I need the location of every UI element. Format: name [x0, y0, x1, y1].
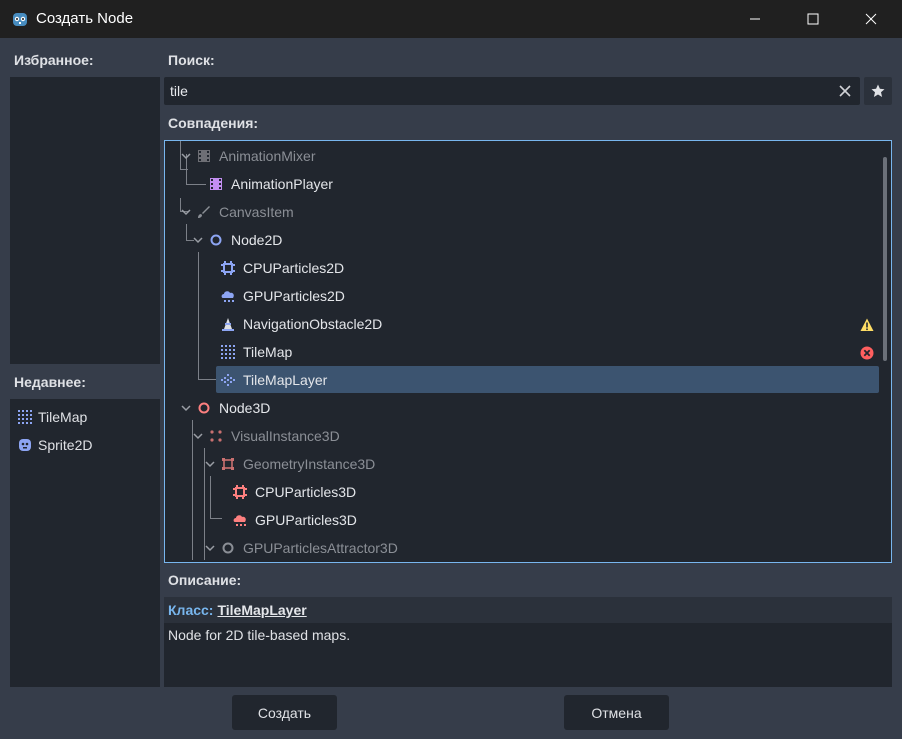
description-label: Описание: [168, 572, 242, 588]
recent-list: TileMap Sprite2D [10, 399, 160, 687]
recent-item-label: TileMap [38, 409, 88, 425]
matches-tree[interactable]: AnimationMixer AnimationPlayer CanvasIte… [164, 140, 892, 563]
recent-item-sprite2d[interactable]: Sprite2D [18, 435, 92, 455]
tree-item-tilemaplayer[interactable]: TileMapLayer [221, 368, 327, 392]
tree-item-navigationobstacle2d[interactable]: NavigationObstacle2D [221, 312, 382, 336]
tree-item-animationmixer[interactable]: AnimationMixer [197, 144, 315, 168]
description-class-header: Класс: TileMapLayer [164, 597, 892, 623]
tree-item-gpuparticles2d[interactable]: GPUParticles2D [221, 284, 345, 308]
maximize-button[interactable] [784, 0, 842, 38]
error-icon[interactable] [860, 346, 874, 360]
search-box [164, 77, 860, 105]
chevron-down-icon[interactable] [193, 431, 203, 441]
clear-search-button[interactable] [835, 81, 855, 101]
navigation-obstacle2d-icon [221, 317, 235, 331]
title-bar: Создать Node [0, 0, 902, 38]
maximize-icon [807, 13, 819, 25]
godot-logo-icon [13, 13, 27, 26]
search-label: Поиск: [168, 52, 215, 68]
class-prefix: Класс: [168, 602, 214, 618]
minimize-button[interactable] [726, 0, 784, 38]
gpu-particles3d-icon [233, 513, 247, 527]
recent-item-tilemap[interactable]: TileMap [18, 407, 87, 427]
tree-item-node2d[interactable]: Node2D [209, 228, 282, 252]
warning-icon[interactable] [860, 318, 874, 332]
recent-label: Недавнее: [14, 374, 86, 390]
chevron-down-icon[interactable] [181, 151, 191, 161]
tree-item-visualinstance3d[interactable]: VisualInstance3D [209, 424, 340, 448]
gpu-particles-attractor3d-icon [221, 541, 235, 555]
search-input[interactable] [170, 81, 820, 101]
tree-item-geometryinstance3d[interactable]: GeometryInstance3D [221, 452, 375, 476]
cancel-button[interactable]: Отмена [564, 695, 669, 730]
favorites-label: Избранное: [14, 52, 94, 68]
animation-player-icon [209, 177, 223, 191]
chevron-down-icon[interactable] [181, 207, 191, 217]
tree-item-cpuparticles2d[interactable]: CPUParticles2D [221, 256, 344, 280]
geometry-instance3d-icon [221, 457, 235, 471]
recent-item-label: Sprite2D [38, 437, 93, 453]
create-button[interactable]: Создать [232, 695, 337, 730]
clear-icon [839, 85, 851, 97]
tree-scrollbar[interactable] [883, 157, 887, 361]
chevron-down-icon[interactable] [205, 459, 215, 469]
star-icon [871, 84, 885, 97]
cpu-particles3d-icon [233, 485, 247, 499]
node3d-icon [197, 401, 211, 415]
minimize-icon [750, 18, 760, 20]
tree-item-cpuparticles3d[interactable]: CPUParticles3D [233, 480, 356, 504]
tilemap-layer-icon [221, 373, 235, 387]
close-icon [865, 13, 877, 25]
chevron-down-icon[interactable] [181, 403, 191, 413]
animation-mixer-icon [197, 149, 211, 163]
close-button[interactable] [842, 0, 900, 38]
chevron-down-icon[interactable] [205, 543, 215, 553]
canvas-item-icon [197, 205, 211, 219]
tree-item-tilemap[interactable]: TileMap [221, 340, 292, 364]
class-name-link[interactable]: TileMapLayer [217, 602, 306, 618]
node2d-icon [209, 233, 223, 247]
window-title: Создать Node [36, 10, 134, 27]
tree-item-gpuparticles3d[interactable]: GPUParticles3D [233, 508, 357, 532]
tree-item-animationplayer[interactable]: AnimationPlayer [209, 172, 333, 196]
tree-item-node3d[interactable]: Node3D [197, 396, 270, 420]
matches-label: Совпадения: [168, 115, 259, 131]
chevron-down-icon[interactable] [193, 235, 203, 245]
visual-instance3d-icon [209, 429, 223, 443]
favorite-toggle-button[interactable] [864, 77, 892, 105]
tilemap-icon [221, 345, 235, 359]
tilemap-icon [18, 410, 32, 424]
sprite2d-icon [19, 439, 31, 451]
cpu-particles2d-icon [221, 261, 235, 275]
favorites-list[interactable] [10, 77, 160, 364]
description-text: Node for 2D tile-based maps. [164, 623, 892, 687]
tree-item-canvasitem[interactable]: CanvasItem [197, 200, 294, 224]
tree-item-gpuparticlesattractor3d[interactable]: GPUParticlesAttractor3D [221, 536, 398, 560]
gpu-particles2d-icon [221, 289, 235, 303]
